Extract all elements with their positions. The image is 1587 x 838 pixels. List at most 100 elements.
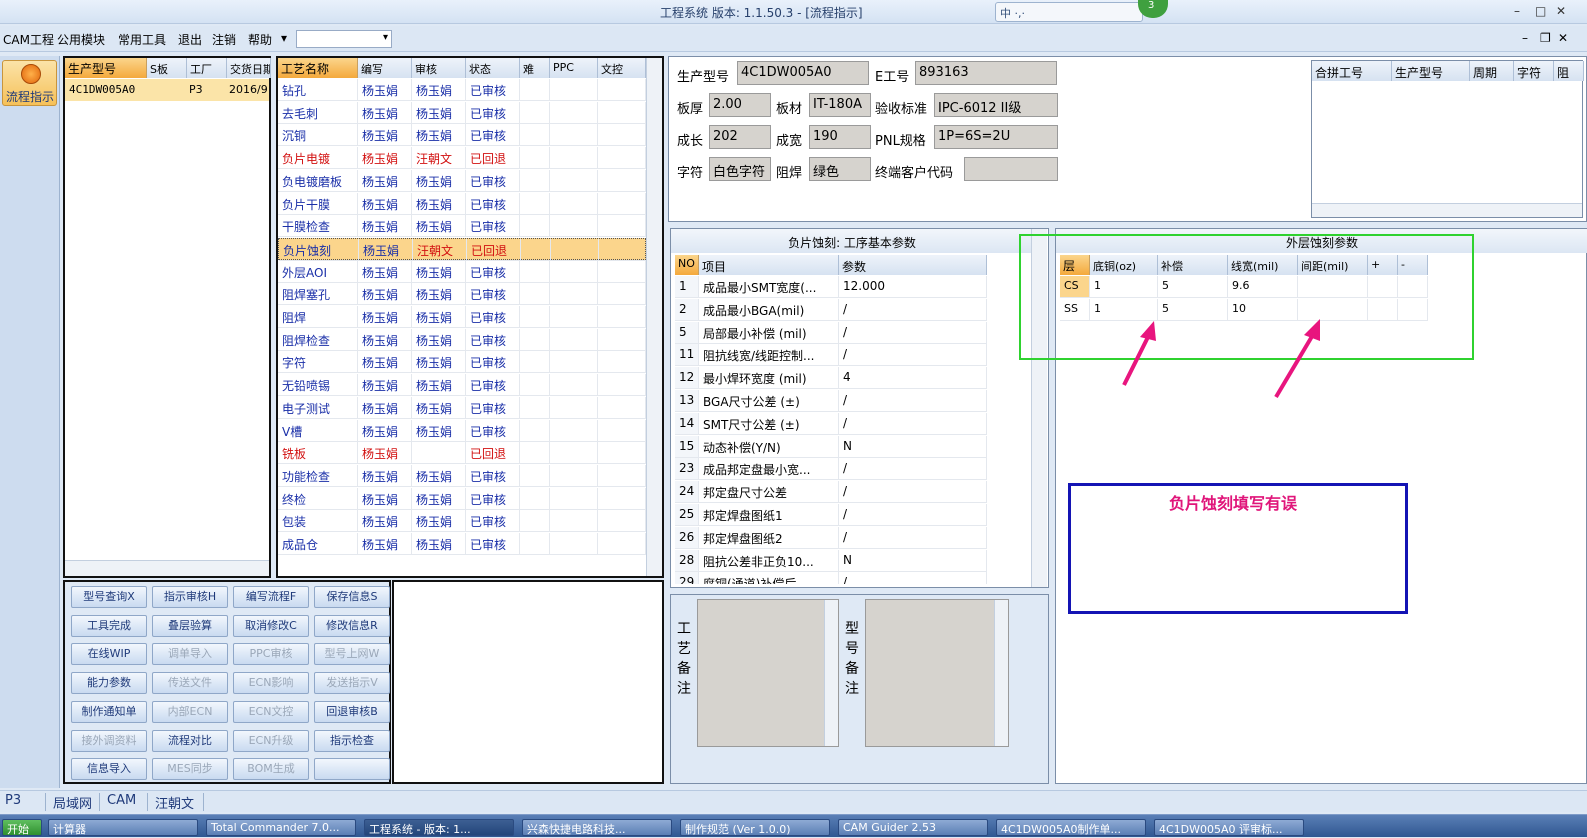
menu-help[interactable]: 帮助	[248, 31, 272, 48]
menu-logout[interactable]: 注销	[212, 31, 236, 48]
col-header-difficulty[interactable]: 难	[520, 58, 550, 78]
mask-field[interactable]: 绿色	[809, 157, 871, 181]
start-button[interactable]: 开始	[2, 819, 42, 836]
table-row[interactable]: 负片干膜 杨玉娟 杨玉娟 已审核	[278, 192, 646, 215]
table-row[interactable]: 25 邦定焊盘图纸1/	[675, 504, 987, 526]
pnl-field[interactable]: 1P=6S=2U	[934, 125, 1058, 149]
action-button[interactable]: 指示检查	[314, 729, 390, 752]
action-button[interactable]: ECN影响	[233, 672, 309, 695]
ime-toolbar[interactable]: 中 ·,·	[995, 2, 1143, 22]
child-close-button[interactable]: ✕	[1558, 31, 1568, 45]
character-field[interactable]: 白色字符	[709, 157, 771, 181]
col-header-process[interactable]: 工艺名称	[278, 58, 358, 78]
action-button[interactable]: 在线WIP	[71, 643, 147, 666]
status-tab-cam[interactable]: CAM	[104, 793, 148, 811]
table-row[interactable]: 29腐铜(通道)补偿后.../	[675, 572, 987, 584]
customer-code-field[interactable]	[964, 157, 1058, 181]
action-button[interactable]: 发送指示V	[314, 672, 390, 695]
action-button[interactable]: 传送文件	[152, 672, 228, 695]
table-row[interactable]: 无铅喷锡 杨玉娟 杨玉娟 已审核	[278, 374, 646, 397]
status-tab-lan[interactable]: 局域网	[50, 793, 100, 812]
taskbar-item[interactable]: CAM Guider 2.53	[838, 819, 988, 836]
maximize-button[interactable]: □	[1535, 4, 1546, 18]
table-row[interactable]: 26 邦定焊盘图纸2/	[675, 526, 987, 549]
action-button[interactable]: BOM生成	[233, 758, 309, 781]
table-row[interactable]: 字符 杨玉娟 杨玉娟 已审核	[278, 351, 646, 374]
taskbar-item[interactable]: 4C1DW005A0 评审标...	[1154, 819, 1304, 836]
table-row[interactable]: 外层AOI 杨玉娟 杨玉娟 已审核	[278, 260, 646, 283]
menu-exit[interactable]: 退出	[178, 31, 202, 48]
merge-col-mask[interactable]: 阻	[1554, 61, 1584, 81]
e-no-field[interactable]: 893163	[915, 61, 1057, 85]
action-button[interactable]: 流程对比	[152, 729, 228, 752]
menu-dropdown-arrow[interactable]: ▾	[281, 31, 287, 45]
table-row[interactable]: 14 SMT尺寸公差 (±) /	[675, 412, 987, 435]
table-row[interactable]: 23 成品邦定盘最小宽... /	[675, 458, 987, 481]
model-field[interactable]: 4C1DW005A0	[737, 61, 869, 85]
table-row[interactable]: 28 阻抗公差非正负10... N	[675, 549, 987, 572]
action-button[interactable]: 编写流程F	[233, 586, 309, 608]
sidebar-item-flow[interactable]: 流程指示	[2, 60, 57, 106]
merge-col-model[interactable]: 生产型号	[1392, 61, 1470, 81]
col-header-delivery[interactable]: 交货日期	[227, 58, 271, 78]
table-row[interactable]: 沉铜 杨玉娟 杨玉娟 已审核	[278, 124, 646, 147]
thickness-field[interactable]: 2.00	[709, 93, 771, 117]
table-row[interactable]: 干膜检查 杨玉娟 杨玉娟 已审核	[278, 215, 646, 238]
action-button[interactable]: 型号上网W	[314, 643, 390, 666]
col-header-factory[interactable]: 工厂	[187, 58, 227, 78]
model-remark-field[interactable]	[865, 599, 1009, 747]
table-row[interactable]: 去毛刺 杨玉娟 杨玉娟 已审核	[278, 101, 646, 124]
action-button[interactable]: ECN升级	[233, 729, 309, 752]
material-field[interactable]: IT-180A	[809, 93, 871, 117]
merge-col-char[interactable]: 字符	[1514, 61, 1554, 81]
table-row[interactable]: 15 动态补偿(Y/N) N	[675, 435, 987, 458]
action-button[interactable]: ECN文控	[233, 700, 309, 723]
taskbar-item[interactable]: 制作规范 (Ver 1.0.0)	[680, 819, 830, 836]
action-button[interactable]	[314, 758, 390, 781]
action-button[interactable]: 取消修改C	[233, 614, 309, 637]
remark-scrollbar[interactable]	[994, 600, 1008, 746]
table-row[interactable]: 24 邦定盘尺寸公差 /	[675, 481, 987, 504]
params-col-item[interactable]: 项目	[699, 255, 839, 275]
params-col-value[interactable]: 参数	[839, 255, 987, 275]
table-row[interactable]: 13 BGA尺寸公差 (±) /	[675, 390, 987, 412]
action-button[interactable]: 指示审核H	[152, 586, 228, 608]
table-row[interactable]: 5 局部最小补偿 (mil) /	[675, 321, 987, 344]
action-button[interactable]: 保存信息S	[314, 586, 390, 608]
action-button[interactable]: MES同步	[152, 758, 228, 781]
menu-tools[interactable]: 常用工具	[118, 31, 166, 48]
action-button[interactable]: 修改信息R	[314, 614, 390, 637]
params-col-no[interactable]: NO	[675, 255, 699, 275]
col-header-ppc[interactable]: PPC	[550, 58, 598, 78]
taskbar-item[interactable]: 兴森快捷电路科技...	[522, 819, 672, 836]
table-row[interactable]: 功能检查 杨玉娟 杨玉娟 已审核	[278, 464, 646, 487]
col-header-reviewer[interactable]: 审核	[412, 58, 466, 78]
table-row[interactable]: 终检 杨玉娟 杨玉娟 已审核	[278, 487, 646, 510]
table-row[interactable]: 钻孔 杨玉娟 杨玉娟 已审核	[278, 79, 646, 101]
order-hscrollbar[interactable]	[65, 560, 269, 576]
toolbar-combo[interactable]: ▾	[296, 30, 392, 48]
col-header-model[interactable]: 生产型号	[65, 58, 147, 78]
close-button[interactable]: ✕	[1556, 4, 1566, 18]
action-button[interactable]: 能力参数	[71, 672, 147, 695]
table-row[interactable]: 负电镀磨板 杨玉娟 杨玉娟 已审核	[278, 169, 646, 192]
table-row[interactable]: 阻焊塞孔 杨玉娟 杨玉娟 已审核	[278, 283, 646, 306]
col-header-writer[interactable]: 编写	[358, 58, 412, 78]
table-row[interactable]: 11 阻抗线宽/线距控制... /	[675, 344, 987, 367]
taskbar-item[interactable]: Total Commander 7.0...	[206, 819, 356, 836]
action-button[interactable]: 信息导入	[71, 758, 147, 781]
table-row[interactable]: 阻焊检查 杨玉娟 杨玉娟 已审核	[278, 328, 646, 351]
taskbar-item[interactable]: 4C1DW005A0制作单...	[996, 819, 1146, 836]
menu-common-module[interactable]: 公用模块	[57, 31, 105, 48]
table-row[interactable]: 负片电镀 杨玉娟 汪朝文 已回退	[278, 147, 646, 170]
table-row[interactable]: 电子测试 杨玉娟 杨玉娟 已审核	[278, 396, 646, 419]
table-row[interactable]: 负片蚀刻 杨玉娟 汪朝文 已回退	[278, 237, 647, 261]
remark-scrollbar[interactable]	[824, 600, 838, 746]
col-header-doc[interactable]: 文控	[598, 58, 646, 78]
width-field[interactable]: 190	[809, 125, 871, 149]
table-row[interactable]: V槽 杨玉娟 杨玉娟 已审核	[278, 419, 646, 442]
merge-hscrollbar[interactable]	[1312, 203, 1582, 217]
table-row[interactable]: 2 成品最小BGA(mil) /	[675, 298, 987, 321]
menu-cam[interactable]: CAM工程	[3, 31, 54, 48]
taskbar-item[interactable]: 计算器	[48, 819, 198, 836]
